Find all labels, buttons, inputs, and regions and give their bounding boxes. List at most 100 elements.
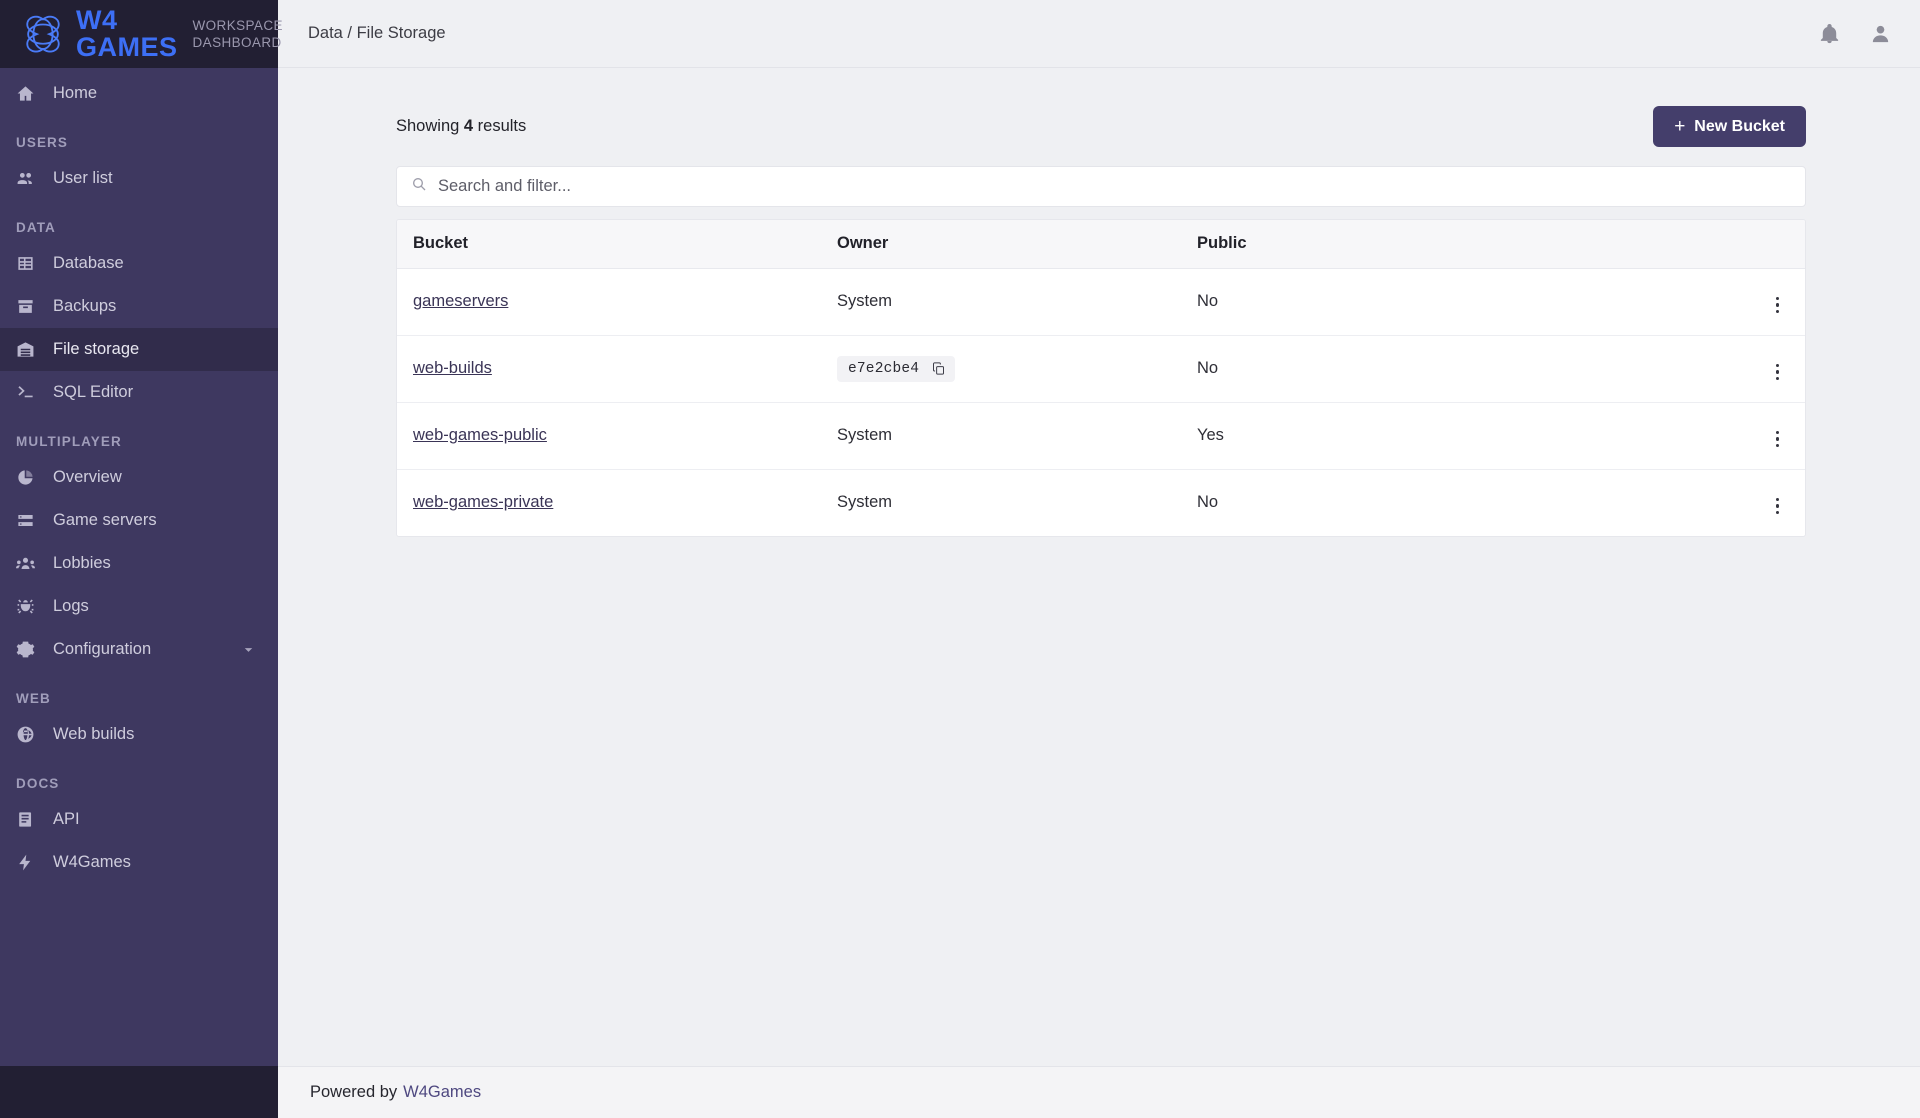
results-suffix: results [477, 117, 527, 135]
sidebar-item-web-builds[interactable]: Web builds [0, 713, 278, 756]
results-prefix: Showing [396, 117, 460, 135]
table-header-row: Bucket Owner Public [397, 220, 1805, 269]
warehouse-icon [16, 340, 50, 359]
cell-bucket: gameservers [397, 268, 837, 336]
sidebar-item-label: Game servers [53, 511, 157, 529]
buckets-table: Bucket Owner Public gameservers System N… [397, 220, 1805, 536]
server-icon [16, 511, 50, 530]
home-icon [16, 84, 50, 103]
bucket-link[interactable]: gameservers [413, 292, 508, 310]
sidebar-item-label: Lobbies [53, 554, 111, 572]
cell-public: Yes [1197, 402, 1735, 470]
footer-text: Powered by [310, 1083, 398, 1101]
bell-icon[interactable] [1818, 22, 1841, 45]
topbar-actions [1818, 22, 1892, 45]
sidebar-item-label: File storage [53, 340, 140, 358]
column-header-owner: Owner [837, 220, 1197, 269]
new-bucket-button[interactable]: + New Bucket [1653, 106, 1806, 147]
sidebar-item-label: Web builds [53, 725, 135, 743]
table-row: web-games-private System No [397, 470, 1805, 537]
cell-actions [1735, 268, 1805, 336]
app-root: W4 GAMES WORKSPACE DASHBOARD Home USERS [0, 0, 1920, 1118]
sidebar: W4 GAMES WORKSPACE DASHBOARD Home USERS [0, 0, 282, 1118]
book-icon [16, 810, 50, 829]
globe-icon [16, 725, 50, 744]
sidebar-item-logs[interactable]: Logs [0, 585, 278, 628]
cell-bucket: web-games-public [397, 402, 837, 470]
search-bar[interactable] [396, 166, 1806, 207]
sidebar-item-game-servers[interactable]: Game servers [0, 499, 278, 542]
search-icon [411, 176, 427, 197]
brand-logo[interactable]: W4 GAMES WORKSPACE DASHBOARD [0, 0, 282, 68]
terminal-icon [16, 383, 50, 402]
sidebar-nav: Home USERS User list DATA Database Backu… [0, 68, 278, 1066]
sidebar-section-data: DATA [16, 220, 56, 235]
topbar: Data / File Storage [278, 0, 1920, 68]
cell-bucket: web-builds [397, 335, 837, 403]
sidebar-item-w4games[interactable]: W4Games [0, 841, 278, 884]
kebab-menu-icon[interactable] [1772, 427, 1784, 452]
bucket-link[interactable]: web-games-private [413, 493, 553, 511]
kebab-menu-icon[interactable] [1772, 494, 1784, 519]
table-row: gameservers System No [397, 268, 1805, 336]
bolt-icon [16, 853, 50, 872]
cell-public: No [1197, 493, 1219, 511]
sidebar-item-file-storage[interactable]: File storage [0, 328, 278, 371]
cell-owner: e7e2cbe4 [837, 335, 1197, 403]
users-icon [16, 169, 50, 188]
cell-actions [1735, 335, 1805, 403]
sidebar-item-label: Database [53, 254, 124, 272]
user-circle-icon[interactable] [1869, 22, 1892, 45]
sidebar-item-label: W4Games [53, 853, 131, 871]
sidebar-item-label: Overview [53, 468, 122, 486]
table-body: gameservers System No web-builds e7e2cbe… [397, 268, 1805, 537]
kebab-menu-icon[interactable] [1772, 360, 1784, 385]
plus-icon: + [1674, 116, 1686, 137]
new-bucket-label: New Bucket [1694, 117, 1785, 135]
column-header-actions [1735, 220, 1805, 269]
w4-clover-icon [22, 14, 64, 54]
sidebar-item-home[interactable]: Home [0, 72, 278, 115]
gear-icon [16, 640, 50, 659]
sidebar-section-docs: DOCS [16, 776, 60, 791]
sidebar-item-backups[interactable]: Backups [0, 285, 278, 328]
sidebar-item-label: Logs [53, 597, 89, 615]
breadcrumb: Data / File Storage [308, 24, 446, 42]
cell-public: No [1197, 268, 1735, 336]
sidebar-item-configuration[interactable]: Configuration [0, 628, 278, 671]
sidebar-item-user-list[interactable]: User list [0, 157, 278, 200]
kebab-menu-icon[interactable] [1772, 293, 1784, 318]
cell-owner: System [837, 402, 1197, 470]
brand-name-secondary: GAMES [76, 32, 178, 62]
copy-icon[interactable] [931, 361, 946, 376]
sidebar-item-overview[interactable]: Overview [0, 456, 278, 499]
sidebar-section-web: WEB [16, 691, 51, 706]
sidebar-section-users: USERS [16, 135, 69, 150]
owner-id-value: e7e2cbe4 [848, 360, 920, 377]
page-footer: Powered by W4Games [278, 1066, 1920, 1118]
table-head: Bucket Owner Public [397, 220, 1805, 269]
column-header-bucket: Bucket [397, 220, 837, 269]
table-row: web-builds e7e2cbe4 No [397, 335, 1805, 403]
sidebar-item-sql-editor[interactable]: SQL Editor [0, 371, 278, 414]
sidebar-item-lobbies[interactable]: Lobbies [0, 542, 278, 585]
search-input[interactable] [438, 177, 1791, 196]
sidebar-item-label: Backups [53, 297, 117, 315]
bucket-link[interactable]: web-builds [413, 359, 492, 377]
brand-subtitle-line1: WORKSPACE [192, 18, 283, 33]
content-header: Showing 4 results + New Bucket [396, 106, 1806, 147]
chevron-down-icon[interactable] [241, 642, 256, 657]
bucket-link[interactable]: web-games-public [413, 426, 547, 444]
archive-box-icon [16, 297, 50, 316]
results-count-text: Showing 4 results [396, 117, 526, 136]
sidebar-item-database[interactable]: Database [0, 242, 278, 285]
owner-id-badge: e7e2cbe4 [837, 355, 956, 382]
bug-icon [16, 597, 50, 616]
sidebar-item-label: Home [53, 84, 98, 102]
column-header-public: Public [1197, 220, 1735, 269]
sidebar-item-api[interactable]: API [0, 798, 278, 841]
table-row: web-games-public System Yes [397, 402, 1805, 470]
pie-chart-icon [16, 468, 50, 487]
brand-name-primary: W4 [76, 5, 118, 35]
footer-w4games-link[interactable]: W4Games [403, 1083, 481, 1102]
